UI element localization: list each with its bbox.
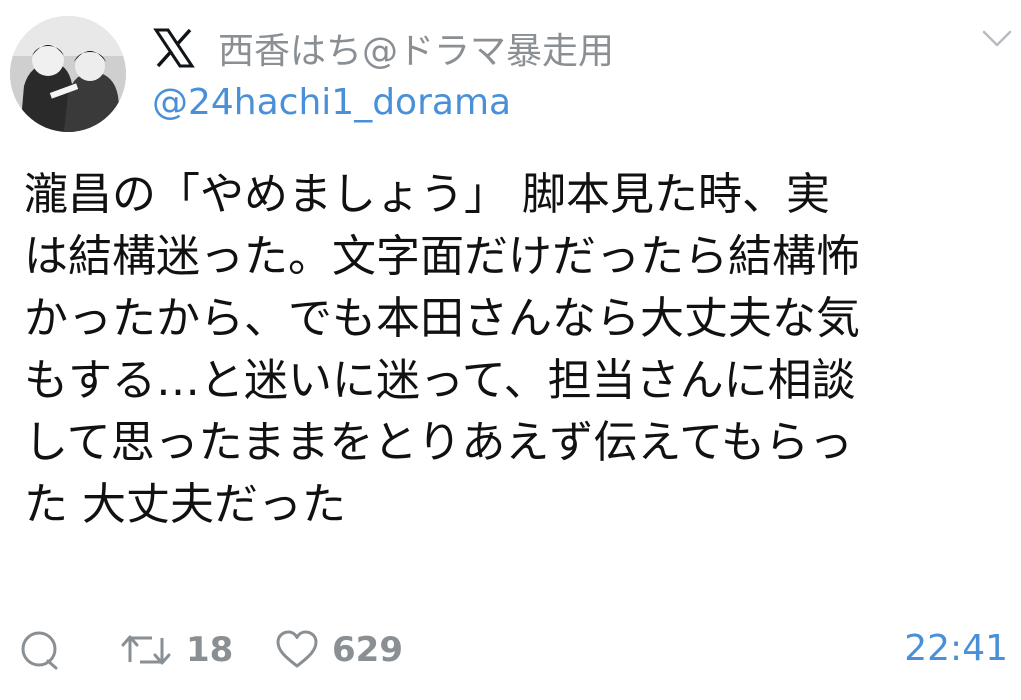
like-count: 629 xyxy=(332,630,403,670)
retweet-count: 18 xyxy=(186,630,234,670)
tweet-text-line: た 大丈夫だった xyxy=(24,479,346,530)
display-name[interactable]: 西香はち@ドラマ暴走用 xyxy=(218,22,614,74)
tweet-header: 西香はち@ドラマ暴走用 @24hachi1_dorama xyxy=(152,20,952,123)
user-avatar[interactable] xyxy=(10,16,126,132)
tweet-text-line: して思ったままをとりあえず伝えてもらっ xyxy=(24,417,853,468)
tweet-time[interactable]: 22:41 xyxy=(904,628,1008,669)
tweet-text: 瀧昌の「やめましょう」 脚本見た時、実 は結構迷った。文字面だけだったら結構怖 … xyxy=(24,164,999,536)
tweet-actions: 18 629 22:41 xyxy=(18,620,1008,680)
tweet-text-line: は結構迷った。文字面だけだったら結構怖 xyxy=(24,231,860,282)
heart-icon xyxy=(276,630,318,668)
chevron-down-icon[interactable] xyxy=(981,26,1013,50)
tweet-text-line: 瀧昌の「やめましょう」 脚本見た時、実 xyxy=(24,169,830,220)
like-button[interactable]: 629 xyxy=(274,620,403,680)
tweet-text-line: かったから、でも本田さんなら大丈夫な気 xyxy=(24,293,860,344)
x-logo-icon xyxy=(153,28,195,68)
reply-icon xyxy=(21,631,58,670)
reply-button[interactable] xyxy=(18,620,62,680)
retweet-icon xyxy=(121,635,171,665)
user-handle[interactable]: @24hachi1_dorama xyxy=(152,82,952,123)
retweet-button[interactable]: 18 xyxy=(118,620,233,680)
tweet-text-line: もする…と迷いに迷って、担当さんに相談 xyxy=(24,355,856,406)
tweet-card: 西香はち@ドラマ暴走用 @24hachi1_dorama 瀧昌の「やめましょう」… xyxy=(0,0,1021,700)
name-row: 西香はち@ドラマ暴走用 xyxy=(152,20,952,76)
